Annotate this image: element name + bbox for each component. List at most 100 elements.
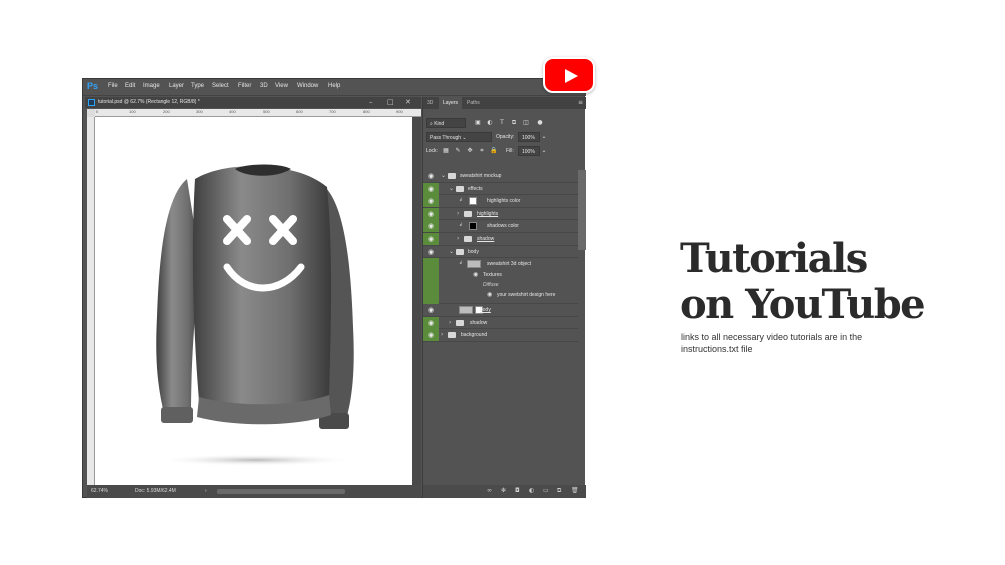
- fx-icon[interactable]: ✻: [501, 487, 506, 494]
- zoom-level[interactable]: 62.74%: [91, 488, 108, 494]
- layer-thumbnail: [469, 197, 477, 206]
- document-tab[interactable]: tutorial.psd @ 62.7% (Rectangle 12, RGB/…: [85, 97, 421, 108]
- menu-window[interactable]: Window: [297, 83, 318, 89]
- pixel-filter-icon[interactable]: ▣: [474, 119, 482, 127]
- eye-icon[interactable]: ◉: [423, 195, 439, 208]
- clip-link-icon: ↲: [459, 197, 464, 204]
- chevron-down-icon[interactable]: ⌄: [540, 133, 548, 141]
- eye-icon[interactable]: ◉: [423, 329, 439, 342]
- minimize-icon[interactable]: –: [369, 98, 373, 107]
- chevron-right-icon[interactable]: ›: [441, 331, 443, 338]
- diffuse-label: Diffuse: [483, 282, 499, 289]
- adjustment-filter-icon[interactable]: ◐: [486, 119, 494, 127]
- lock-artboard-icon[interactable]: ⌗: [478, 147, 486, 155]
- eye-icon[interactable]: ◉: [423, 316, 439, 329]
- maximize-icon[interactable]: □: [387, 98, 394, 107]
- eye-icon[interactable]: ◉: [423, 170, 439, 182]
- layer-shadows-color[interactable]: ◉ ↲ shadows color: [423, 220, 578, 233]
- tab-layers[interactable]: Layers: [439, 97, 463, 109]
- folder-icon: [464, 235, 472, 242]
- chevron-down-icon[interactable]: ⌄: [540, 147, 548, 155]
- chevron-right-icon[interactable]: ›: [449, 319, 451, 326]
- menu-file[interactable]: File: [108, 83, 118, 89]
- layer-name: body: [480, 307, 491, 314]
- mask-icon[interactable]: ◘: [515, 487, 520, 494]
- tab-paths[interactable]: Paths: [463, 97, 484, 109]
- panel-menu-icon[interactable]: ≡: [578, 99, 583, 106]
- layer-background[interactable]: ◉ › background: [423, 329, 578, 342]
- menu-filter[interactable]: Filter: [238, 83, 251, 89]
- doc-size: Doc: 5.93M/62.4M: [135, 488, 176, 494]
- status-arrow-icon[interactable]: ›: [205, 488, 207, 494]
- menu-image[interactable]: Image: [143, 83, 160, 89]
- menu-select[interactable]: Select: [212, 83, 229, 89]
- fill-input[interactable]: 100%: [518, 146, 540, 156]
- chevron-right-icon[interactable]: ›: [457, 235, 459, 242]
- layer-highlights[interactable]: ◉ › highlights: [423, 207, 578, 221]
- menu-type[interactable]: Type: [191, 83, 204, 89]
- new-layer-icon[interactable]: ⧉: [557, 487, 561, 495]
- lock-transparent-icon[interactable]: ▦: [442, 147, 450, 155]
- chevron-down-icon[interactable]: ⌄: [449, 248, 454, 255]
- layer-name: shadows color: [487, 223, 519, 230]
- ruler-tick: 0: [96, 109, 99, 114]
- chevron-down-icon[interactable]: ⌄: [449, 185, 454, 192]
- menu-view[interactable]: View: [275, 83, 288, 89]
- new-group-icon[interactable]: ▭: [543, 487, 549, 494]
- layer-body[interactable]: ◉ body: [423, 304, 578, 317]
- panel-scrollbar[interactable]: [578, 170, 586, 250]
- chevron-right-icon[interactable]: ›: [457, 210, 459, 217]
- menu-help[interactable]: Help: [328, 83, 340, 89]
- eye-icon[interactable]: ◉: [423, 207, 439, 220]
- ruler-tick: 800: [363, 109, 370, 114]
- blend-row: Pass Through ⌄ Opacity: 100% ⌄: [426, 132, 583, 142]
- eye-icon[interactable]: ◉: [423, 182, 439, 195]
- horizontal-scrollbar[interactable]: [217, 489, 345, 494]
- adjustment-icon[interactable]: ◐: [529, 487, 534, 494]
- clip-link-icon: ↲: [459, 260, 464, 267]
- tab-3d[interactable]: 3D: [423, 97, 437, 109]
- layer-name: background: [461, 332, 488, 339]
- eye-icon[interactable]: ◉: [423, 304, 439, 316]
- eye-icon[interactable]: ◉: [473, 271, 478, 278]
- layer-highlights-color[interactable]: ◉ ↲ highlights color: [423, 195, 578, 208]
- lock-image-icon[interactable]: ✎: [454, 147, 462, 155]
- visibility-strip[interactable]: [423, 258, 439, 305]
- blend-mode-select[interactable]: Pass Through ⌄: [426, 132, 492, 142]
- layer-thumbnail: [469, 222, 477, 231]
- layer-sweatshirt-mockup[interactable]: ◉ ⌄ sweatshirt mockup: [423, 170, 578, 183]
- menu-edit[interactable]: Edit: [125, 83, 135, 89]
- filter-toggle-icon[interactable]: ●: [536, 119, 544, 127]
- trash-icon[interactable]: 🗑: [571, 487, 579, 494]
- folder-icon: [448, 332, 456, 339]
- close-icon[interactable]: ✕: [405, 98, 411, 107]
- menu-3d[interactable]: 3D: [260, 83, 268, 89]
- menu-bar: Ps File Edit Image Layer Type Select Fil…: [83, 79, 586, 96]
- opacity-input[interactable]: 100%: [518, 132, 540, 142]
- kind-filter[interactable]: ⌕ Kind: [426, 118, 466, 128]
- fill-label: Fill:: [506, 148, 514, 154]
- ruler-tick: 400: [229, 109, 236, 114]
- layer-effects[interactable]: ◉ ⌄ effects: [423, 182, 578, 196]
- layer-sweatshirt-3d-object[interactable]: ↲ sweatshirt 3d object ◉ Textures Diffus…: [423, 258, 578, 305]
- eye-icon[interactable]: ◉: [487, 291, 492, 298]
- lock-position-icon[interactable]: ✥: [466, 147, 474, 155]
- link-layers-icon[interactable]: ∞: [487, 487, 492, 494]
- document-canvas[interactable]: [95, 117, 412, 485]
- layer-shadow[interactable]: ◉ › shadow: [423, 316, 578, 330]
- eye-icon[interactable]: ◉: [423, 220, 439, 233]
- ruler-tick: 700: [329, 109, 336, 114]
- layer-shadow-sub[interactable]: ◉ › shadow: [423, 232, 578, 246]
- folder-icon: [456, 185, 464, 192]
- design-label[interactable]: your swetshirt design here: [497, 292, 555, 298]
- smart-object-filter-icon[interactable]: ◫: [522, 119, 530, 127]
- canvas-scrollbar[interactable]: [412, 117, 421, 485]
- menu-layer[interactable]: Layer: [169, 83, 184, 89]
- eye-icon[interactable]: ◉: [423, 246, 439, 258]
- eye-icon[interactable]: ◉: [423, 232, 439, 245]
- chevron-down-icon[interactable]: ⌄: [441, 172, 446, 179]
- type-filter-icon[interactable]: T: [498, 119, 506, 127]
- shape-filter-icon[interactable]: ⧉: [510, 119, 518, 127]
- layer-body-group[interactable]: ◉ ⌄ body: [423, 245, 578, 259]
- lock-all-icon[interactable]: 🔒: [490, 147, 498, 155]
